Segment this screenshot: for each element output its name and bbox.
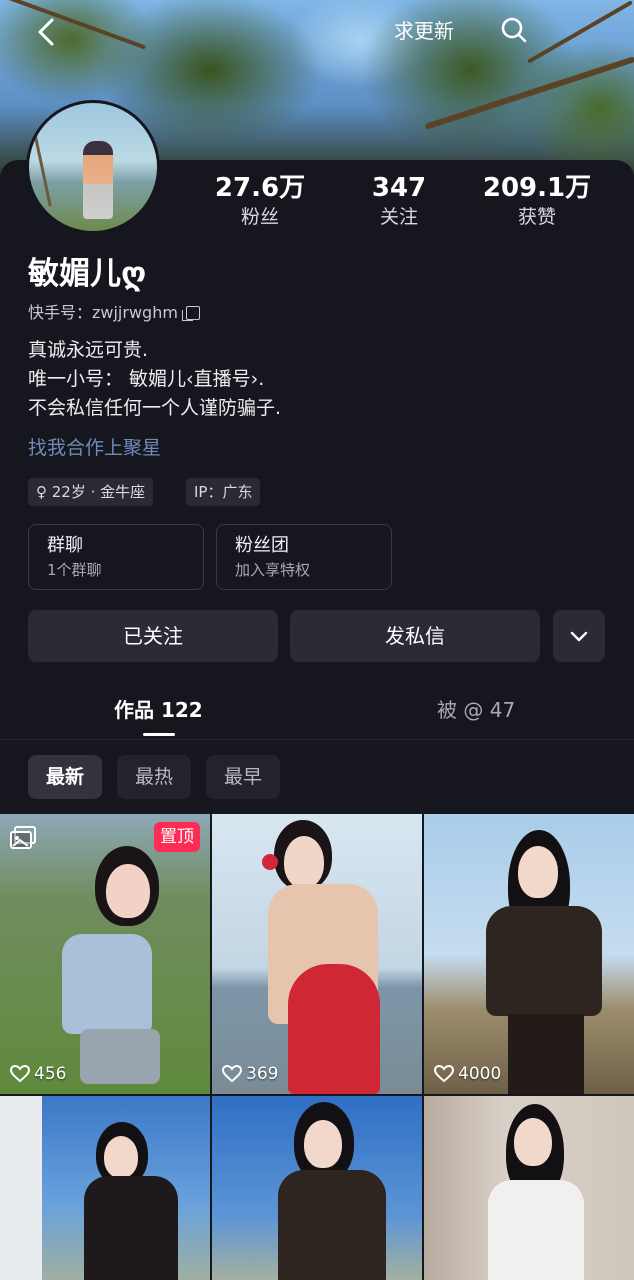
video-thumbnail[interactable]: 369 bbox=[212, 814, 422, 1094]
sort-oldest[interactable]: 最早 bbox=[206, 755, 281, 799]
like-count-value: 4000 bbox=[458, 1064, 502, 1084]
tab-active-indicator bbox=[143, 733, 175, 736]
video-thumbnail[interactable]: 4000 bbox=[424, 814, 634, 1094]
group-chat-subtitle: 1个群聊 bbox=[47, 561, 102, 579]
chevron-left-icon bbox=[38, 18, 54, 46]
following-count: 347 bbox=[371, 173, 427, 203]
stat-followers[interactable]: 27.6万 粉丝 bbox=[190, 172, 330, 230]
followed-button[interactable]: 已关注 bbox=[28, 610, 278, 662]
group-chat-title: 群聊 bbox=[47, 535, 83, 556]
fan-club-title: 粉丝团 bbox=[235, 535, 289, 556]
request-update-button[interactable]: 求更新 bbox=[378, 14, 470, 48]
video-thumbnail[interactable] bbox=[424, 1096, 634, 1280]
copy-icon[interactable] bbox=[181, 306, 200, 321]
heart-icon bbox=[10, 1065, 30, 1083]
likes-label: 获赞 bbox=[517, 206, 556, 228]
fan-club-subtitle: 加入享特权 bbox=[235, 561, 311, 579]
stat-following[interactable]: 347 关注 bbox=[329, 172, 469, 230]
message-button[interactable]: 发私信 bbox=[290, 610, 540, 662]
nickname: 敏媚儿ღ bbox=[28, 256, 147, 292]
video-thumbnail[interactable]: 置顶 456 bbox=[0, 814, 210, 1094]
user-id-row[interactable]: 快手号：zwjjrwghm bbox=[28, 302, 200, 324]
gallery-icon bbox=[10, 826, 36, 849]
like-count-value: 456 bbox=[34, 1064, 67, 1084]
sort-newest[interactable]: 最新 bbox=[28, 755, 103, 799]
pinned-badge: 置顶 bbox=[154, 822, 200, 852]
heart-icon bbox=[434, 1065, 454, 1083]
collab-link[interactable]: 找我合作上聚星 bbox=[28, 434, 161, 462]
video-thumbnail[interactable] bbox=[212, 1096, 422, 1280]
back-button[interactable] bbox=[28, 12, 68, 52]
followers-count: 27.6万 bbox=[214, 173, 306, 203]
avatar[interactable] bbox=[26, 100, 160, 234]
sort-hottest[interactable]: 最热 bbox=[117, 755, 192, 799]
bio: 真诚永远可贵. 唯一小号： 敏媚儿‹直播号›. 不会私信任何一个人谨防骗子. bbox=[28, 336, 281, 423]
likes-count: 209.1万 bbox=[482, 173, 592, 203]
bio-line: 真诚永远可贵. bbox=[28, 339, 149, 361]
search-button[interactable] bbox=[498, 14, 530, 46]
search-icon bbox=[501, 17, 527, 43]
following-label: 关注 bbox=[379, 206, 418, 228]
followers-label: 粉丝 bbox=[240, 206, 279, 228]
divider bbox=[0, 739, 634, 740]
chevron-down-icon bbox=[570, 631, 588, 642]
user-id: 快手号：zwjjrwghm bbox=[28, 303, 178, 322]
bio-line: 不会私信任何一个人谨防骗子. bbox=[28, 397, 282, 419]
more-options-button[interactable] bbox=[553, 610, 605, 662]
heart-icon bbox=[222, 1065, 242, 1083]
stat-likes[interactable]: 209.1万 获赞 bbox=[467, 172, 607, 230]
fan-club-card[interactable]: 粉丝团 加入享特权 bbox=[216, 524, 392, 590]
bio-line: 唯一小号： 敏媚儿‹直播号›. bbox=[28, 368, 265, 390]
like-count: 4000 bbox=[434, 1064, 501, 1084]
like-count: 456 bbox=[10, 1064, 66, 1084]
like-count-value: 369 bbox=[246, 1064, 279, 1084]
age-zodiac-tag: ♀ 22岁 · 金牛座 bbox=[28, 478, 154, 506]
ip-location-tag: IP：广东 bbox=[186, 478, 261, 506]
video-thumbnail[interactable] bbox=[0, 1096, 210, 1280]
like-count: 369 bbox=[222, 1064, 278, 1084]
group-chat-card[interactable]: 群聊 1个群聊 bbox=[28, 524, 204, 590]
tab-mentions[interactable]: 被 @ 47 bbox=[437, 692, 515, 728]
tab-works[interactable]: 作品 122 bbox=[114, 692, 203, 728]
